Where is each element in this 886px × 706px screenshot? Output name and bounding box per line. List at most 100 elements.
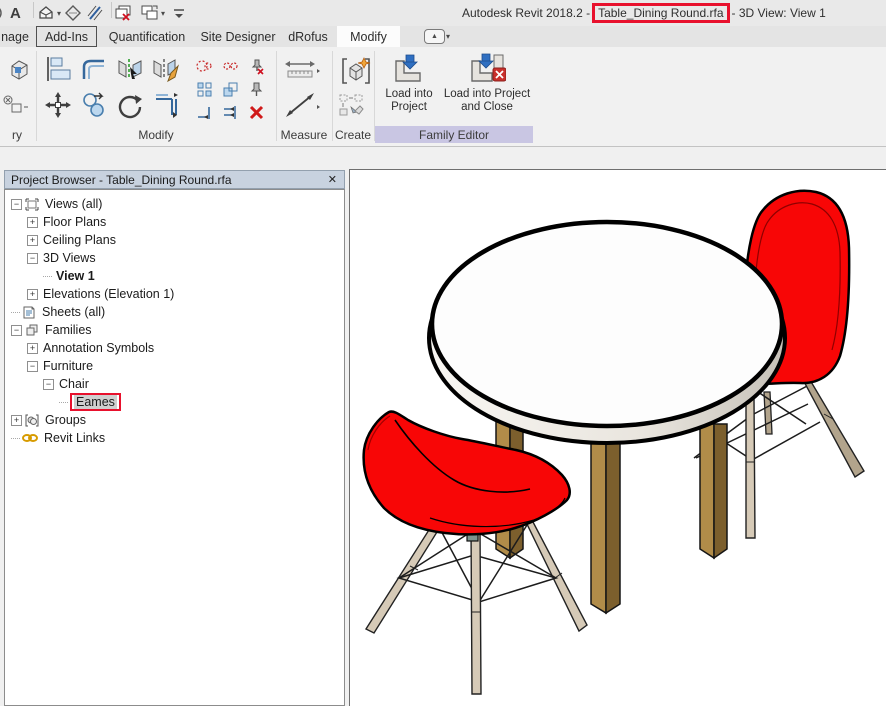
pin-icon[interactable] <box>248 81 265 98</box>
section-icon[interactable] <box>64 2 82 24</box>
clipped-icon[interactable] <box>0 2 10 24</box>
copy-icon[interactable] <box>80 91 108 119</box>
mirror-pick-axis-icon[interactable] <box>116 55 144 83</box>
tree-item-label[interactable]: Annotation Symbols <box>41 341 156 355</box>
cut-geometry-icon[interactable] <box>2 95 19 112</box>
close-icon[interactable]: ✕ <box>321 173 344 186</box>
project-browser-title: Project Browser - Table_Dining Round.rfa <box>5 173 321 187</box>
tab-modify[interactable]: Modify <box>337 26 400 47</box>
tree-item-eames[interactable]: Eames <box>5 393 344 411</box>
groups-icon <box>25 414 39 427</box>
tree-item-label[interactable]: Families <box>43 323 94 337</box>
measure-length-icon[interactable] <box>284 57 312 85</box>
mirror-draw-axis-icon[interactable] <box>152 55 180 83</box>
expand-icon[interactable]: + <box>27 343 38 354</box>
expand-icon[interactable]: + <box>27 289 38 300</box>
drawing-area-3d-view[interactable] <box>349 169 886 706</box>
text-tool-icon[interactable]: A <box>10 2 21 24</box>
expand-icon[interactable]: + <box>27 217 38 228</box>
tree-item-label[interactable]: Sheets (all) <box>40 305 107 319</box>
collapse-icon[interactable]: − <box>11 325 22 336</box>
trim-single-icon[interactable] <box>196 104 213 121</box>
rotate-icon[interactable] <box>116 91 144 119</box>
table-top[interactable] <box>429 222 785 443</box>
tree-item-label[interactable]: View 1 <box>54 269 97 283</box>
scale-icon[interactable] <box>222 81 239 98</box>
links-icon <box>22 432 38 444</box>
load-into-project-button[interactable]: Load into Project <box>378 51 440 125</box>
delete-icon[interactable] <box>248 104 265 121</box>
move-icon[interactable] <box>44 91 72 119</box>
table-leg-right <box>700 424 727 558</box>
switch-windows-icon[interactable]: ▾ <box>140 2 165 24</box>
tab-drofus[interactable]: dRofus <box>286 26 330 47</box>
measure-between-icon[interactable] <box>284 91 312 119</box>
panel-label-create: Create <box>332 126 374 143</box>
title-bar: A ▾ ▾ Autodesk Revit 2018.2 - Table_Dini… <box>0 0 886 26</box>
ribbon-toggle-icon: ▲ <box>424 29 445 44</box>
tree-item-label[interactable]: Furniture <box>41 359 95 373</box>
eames-chair-front-left[interactable] <box>364 412 587 694</box>
tab-add-ins[interactable]: Add-Ins <box>36 26 97 47</box>
tree-item-view-1[interactable]: View 1 <box>5 267 344 285</box>
tree-item-label[interactable]: Groups <box>43 413 88 427</box>
split-element-icon[interactable] <box>196 58 213 75</box>
tree-item-label[interactable]: Views (all) <box>43 197 104 211</box>
tree-item-sheets-all-[interactable]: Sheets (all) <box>5 303 344 321</box>
views-icon <box>25 198 39 211</box>
tree-connector <box>43 276 52 277</box>
collapse-icon[interactable]: − <box>27 361 38 372</box>
load-into-project-and-close-icon <box>468 51 506 85</box>
tab-nage[interactable]: nage <box>0 26 30 47</box>
default-3d-view-icon[interactable]: ▾ <box>36 2 61 24</box>
tree-item-annotation-symbols[interactable]: +Annotation Symbols <box>5 339 344 357</box>
expand-icon[interactable]: + <box>11 415 22 426</box>
project-browser-header[interactable]: Project Browser - Table_Dining Round.rfa… <box>4 170 345 189</box>
ribbon-tab-row: nage Add-Ins Quantification Site Designer dR… <box>0 26 886 47</box>
tab-quantification[interactable]: Quantification <box>104 26 190 47</box>
tree-item-3d-views[interactable]: −3D Views <box>5 249 344 267</box>
trim-multiple-icon[interactable] <box>222 104 239 121</box>
tree-item-label[interactable]: Eames <box>74 395 117 409</box>
tree-item-chair[interactable]: −Chair <box>5 375 344 393</box>
close-hidden-windows-icon[interactable] <box>114 2 134 24</box>
tree-item-elevations-elevation-1-[interactable]: +Elevations (Elevation 1) <box>5 285 344 303</box>
annotation-red-box: Eames <box>70 393 121 411</box>
tree-item-label[interactable]: Elevations (Elevation 1) <box>41 287 176 301</box>
tree-item-label[interactable]: Chair <box>57 377 91 391</box>
tab-site-designer[interactable]: Site Designer <box>198 26 278 47</box>
paste-geometry-icon[interactable] <box>6 57 34 85</box>
collapse-icon[interactable]: − <box>11 199 22 210</box>
tree-item-label[interactable]: Floor Plans <box>41 215 108 229</box>
unpin-icon[interactable] <box>248 58 265 75</box>
load-into-project-and-close-button[interactable]: Load into Project and Close <box>442 51 532 125</box>
tree-item-views-all-[interactable]: − Views (all) <box>5 195 344 213</box>
tree-item-families[interactable]: − Families <box>5 321 344 339</box>
panel-label-family-editor: Family Editor <box>375 126 533 143</box>
load-into-project-icon <box>392 51 426 85</box>
array-icon[interactable] <box>196 81 213 98</box>
thin-lines-icon[interactable] <box>86 2 104 24</box>
tree-item-groups[interactable]: + Groups <box>5 411 344 429</box>
title-filename-annotation: Table_Dining Round.rfa <box>592 3 729 23</box>
tree-item-label[interactable]: Ceiling Plans <box>41 233 118 247</box>
customize-qat-icon[interactable] <box>172 2 186 24</box>
collapse-icon[interactable]: − <box>27 253 38 264</box>
tree-item-furniture[interactable]: −Furniture <box>5 357 344 375</box>
tree-connector <box>11 438 20 439</box>
trim-extend-corner-icon[interactable] <box>152 91 180 119</box>
ribbon-display-toggle[interactable]: ▲ ▾ <box>424 29 458 44</box>
align-icon[interactable] <box>44 55 72 83</box>
component-icon[interactable] <box>340 55 368 83</box>
tree-item-label[interactable]: 3D Views <box>41 251 98 265</box>
tree-item-label[interactable]: Revit Links <box>42 431 107 445</box>
offset-icon[interactable] <box>80 55 108 83</box>
create-group-icon[interactable] <box>338 93 366 119</box>
expand-icon[interactable]: + <box>27 235 38 246</box>
revit-window: A ▾ ▾ Autodesk Revit 2018.2 - Table_Dini… <box>0 0 886 706</box>
tree-item-floor-plans[interactable]: +Floor Plans <box>5 213 344 231</box>
tree-item-revit-links[interactable]: Revit Links <box>5 429 344 447</box>
split-with-gap-icon[interactable] <box>222 58 239 75</box>
tree-item-ceiling-plans[interactable]: +Ceiling Plans <box>5 231 344 249</box>
collapse-icon[interactable]: − <box>43 379 54 390</box>
